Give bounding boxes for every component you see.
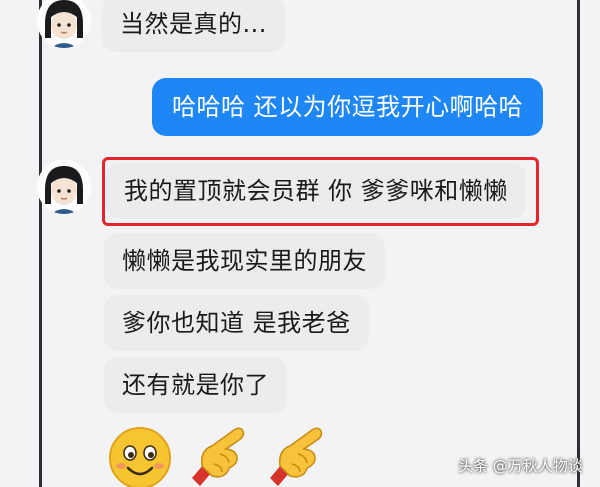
frame-left-border (39, 0, 42, 487)
pointing-finger-emoji-icon (192, 427, 245, 486)
message-bubble-incoming[interactable]: 当然是真的... (102, 0, 285, 52)
frame-right-border (577, 0, 580, 487)
message-bubble-outgoing[interactable]: 哈哈哈 还以为你逗我开心啊哈哈 (152, 78, 544, 136)
girl-avatar-icon (37, 0, 91, 48)
message-bubble-incoming-highlighted[interactable]: 我的置顶就会员群 你 爹爹咪和懒懒 (106, 163, 526, 219)
girl-avatar-icon (37, 160, 91, 214)
message-text: 爹你也知道 是我老爸 (122, 309, 351, 337)
chat-screenshot: 当然是真的... 哈哈哈 还以为你逗我开心啊哈哈 我的置顶就会员群 你 爹爹咪和… (0, 0, 600, 487)
message-text: 哈哈哈 还以为你逗我开心啊哈哈 (172, 93, 524, 121)
contact-avatar[interactable] (37, 160, 91, 214)
watermark: 头条 @万秋人物谈 (458, 457, 583, 475)
message-text: 当然是真的... (120, 10, 267, 38)
pointing-finger-emoji-icon (270, 427, 323, 486)
message-text: 还有就是你了 (122, 371, 269, 399)
smiling-face-emoji-icon (109, 427, 171, 487)
message-text: 我的置顶就会员群 你 爹爹咪和懒懒 (124, 177, 508, 205)
message-text: 懒懒是我现实里的朋友 (122, 247, 367, 275)
contact-avatar[interactable] (37, 0, 91, 48)
emoji-message[interactable] (100, 420, 370, 487)
message-bubble-incoming[interactable]: 还有就是你了 (104, 357, 287, 413)
message-bubble-incoming[interactable]: 懒懒是我现实里的朋友 (104, 233, 385, 289)
message-bubble-incoming[interactable]: 爹你也知道 是我老爸 (104, 295, 369, 351)
